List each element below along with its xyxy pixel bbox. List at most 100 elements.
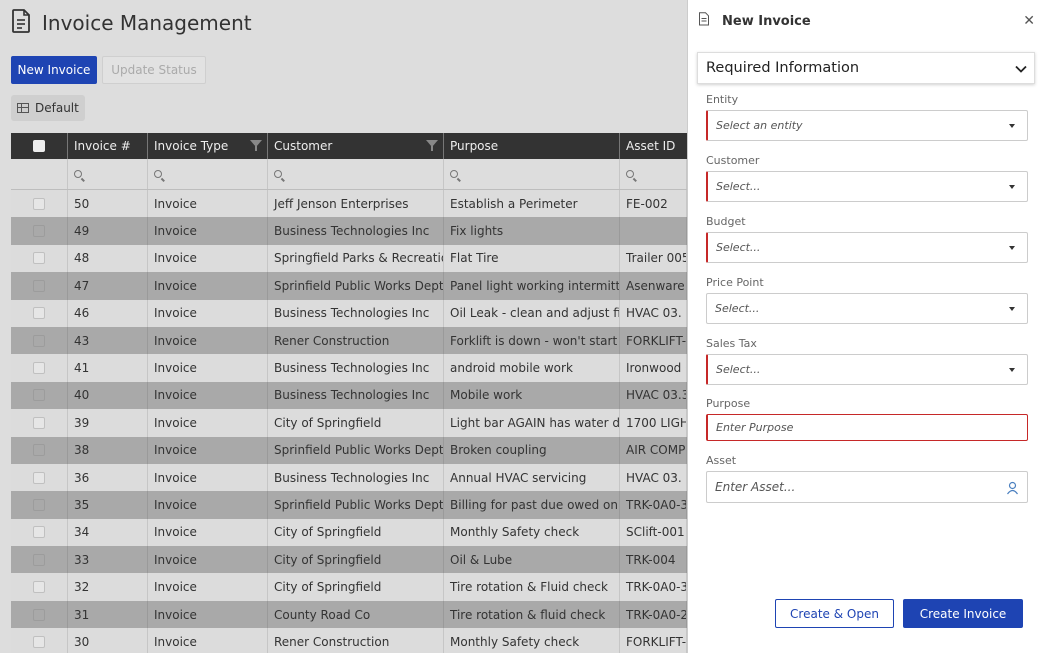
row-checkbox[interactable] [33,498,45,511]
new-invoice-button[interactable]: New Invoice [11,56,97,84]
caret-down-icon [1009,368,1015,372]
table-row[interactable]: 33 Invoice City of Springfield Oil & Lube TR… [11,546,687,574]
customer-cell: Rener Construction [268,326,444,355]
invoice-type-cell: Invoice [148,546,268,574]
purpose-label: Purpose [706,397,751,410]
asset-id-cell: HVAC 03. [620,299,687,327]
asset-id-cell: SClift-001 [620,518,687,547]
table-row[interactable]: 30 Invoice Rener Construction Monthly Safet… [11,628,687,653]
table-row[interactable]: 48 Invoice Springfield Parks & Recreation F… [11,244,687,273]
invoice-number-cell: 48 [68,244,148,273]
filter-icon[interactable] [250,140,262,151]
update-status-button[interactable]: Update Status [102,56,206,84]
row-checkbox[interactable] [33,526,45,539]
table-row[interactable]: 50 Invoice Jeff Jenson Enterprises Establis… [11,190,687,218]
asset-id-cell: HVAC 03. [620,463,687,492]
customer-cell: Business Technologies Inc [268,217,444,245]
asset-input[interactable]: Enter Asset... [706,471,1028,503]
row-checkbox[interactable] [33,362,45,375]
table-row[interactable]: 41 Invoice Business Technologies Inc androi… [11,354,687,382]
customer-cell: Sprinfield Public Works Dept [268,436,444,464]
budget-select[interactable]: Select... [706,232,1028,263]
purpose-cell: Broken coupling [444,436,620,464]
table-row[interactable]: 38 Invoice Sprinfield Public Works Dept Bro… [11,436,687,464]
invoice-number-cell: 33 [68,546,148,574]
filter-input-purpose[interactable] [444,159,620,189]
price-point-select[interactable]: Select... [706,293,1028,324]
filter-input-invoice-type[interactable] [148,159,268,189]
column-header-purpose[interactable]: Purpose [444,133,620,159]
table-row[interactable]: 36 Invoice Business Technologies Inc Annual… [11,463,687,492]
purpose-cell: Tire rotation & fluid check [444,600,620,629]
section-label: Required Information [706,60,860,76]
filter-input-asset-id[interactable] [620,159,687,189]
filter-input-invoice-number[interactable] [68,159,148,189]
row-checkbox[interactable] [33,225,45,238]
row-checkbox[interactable] [33,307,45,320]
table-row[interactable]: 31 Invoice County Road Co Tire rotation & f… [11,600,687,629]
row-checkbox[interactable] [33,553,45,566]
table-row[interactable]: 49 Invoice Business Technologies Inc Fix li… [11,217,687,245]
customer-cell: Jeff Jenson Enterprises [268,190,444,218]
sales-tax-select[interactable]: Select... [706,354,1028,385]
column-header-customer[interactable]: Customer [268,133,444,159]
table-row[interactable]: 43 Invoice Rener Construction Forklift is d… [11,326,687,355]
column-header-invoice-type[interactable]: Invoice Type [148,133,268,159]
row-checkbox[interactable] [33,635,45,648]
customer-select[interactable]: Select... [706,171,1028,202]
invoice-document-icon [10,8,32,39]
table-row[interactable]: 39 Invoice City of Springfield Light bar AG… [11,409,687,437]
asset-id-cell: AIR COMPR [620,436,687,464]
row-checkbox[interactable] [33,334,45,347]
asset-label: Asset [706,454,737,467]
row-checkbox[interactable] [33,416,45,429]
row-checkbox[interactable] [33,471,45,484]
view-selector[interactable]: Default [11,95,85,121]
invoice-type-cell: Invoice [148,354,268,382]
sales-tax-label: Sales Tax [706,337,757,350]
filter-input-customer[interactable] [268,159,444,189]
caret-down-icon [1009,124,1015,128]
asset-id-cell: 1700 LIGHT [620,409,687,437]
chevron-down-icon [1015,65,1027,73]
customer-cell: Sprinfield Public Works Dept [268,272,444,300]
row-checkbox[interactable] [33,444,45,457]
table-row[interactable]: 47 Invoice Sprinfield Public Works Dept Pan… [11,272,687,300]
row-checkbox[interactable] [33,279,45,292]
close-icon[interactable]: ✕ [1023,12,1035,29]
invoice-number-cell: 30 [68,628,148,653]
table-row[interactable]: 40 Invoice Business Technologies Inc Mobile… [11,381,687,410]
price-point-label: Price Point [706,276,764,289]
column-header-asset-id[interactable]: Asset ID [620,133,687,159]
invoice-number-cell: 40 [68,381,148,410]
row-checkbox[interactable] [33,389,45,402]
column-header-label: Invoice Type [154,139,229,153]
asset-placeholder: Enter Asset... [715,480,796,494]
row-checkbox[interactable] [33,197,45,210]
invoice-number-cell: 47 [68,272,148,300]
required-information-section[interactable]: Required Information [697,52,1035,84]
filter-icon[interactable] [426,140,438,151]
table-row[interactable]: 46 Invoice Business Technologies Inc Oil Le… [11,299,687,327]
purpose-cell: Tire rotation & Fluid check [444,573,620,601]
view-label: Default [35,101,79,115]
create-invoice-button[interactable]: Create Invoice [903,599,1023,628]
entity-select[interactable]: Select an entity [706,110,1028,141]
invoice-number-cell: 34 [68,518,148,547]
row-checkbox[interactable] [33,581,45,594]
purpose-cell: Flat Tire [444,244,620,273]
column-header-invoice-number[interactable]: Invoice # [68,133,148,159]
purpose-input[interactable]: Enter Purpose [706,414,1028,441]
table-row[interactable]: 35 Invoice Sprinfield Public Works Dept Bil… [11,491,687,519]
purpose-cell: Light bar AGAIN has water d... [444,409,620,437]
row-checkbox[interactable] [33,252,45,265]
table-row[interactable]: 34 Invoice City of Springfield Monthly Safe… [11,518,687,547]
asset-lookup-icon[interactable] [1006,481,1019,495]
asset-id-cell: FE-002 [620,190,687,218]
invoice-number-cell: 50 [68,190,148,218]
create-and-open-button[interactable]: Create & Open [775,599,894,628]
row-select-cell [11,518,68,547]
row-checkbox[interactable] [33,608,45,621]
select-all-checkbox[interactable] [33,140,45,152]
table-row[interactable]: 32 Invoice City of Springfield Tire rotatio… [11,573,687,601]
